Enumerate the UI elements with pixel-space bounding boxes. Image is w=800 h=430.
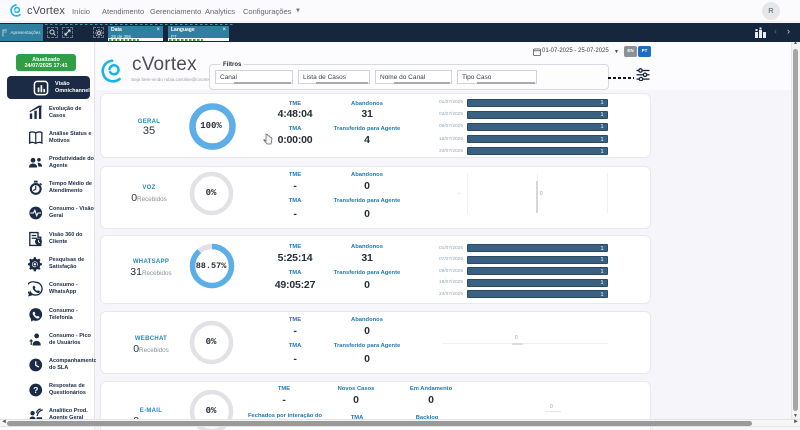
svg-text:?: ? [33,385,38,395]
